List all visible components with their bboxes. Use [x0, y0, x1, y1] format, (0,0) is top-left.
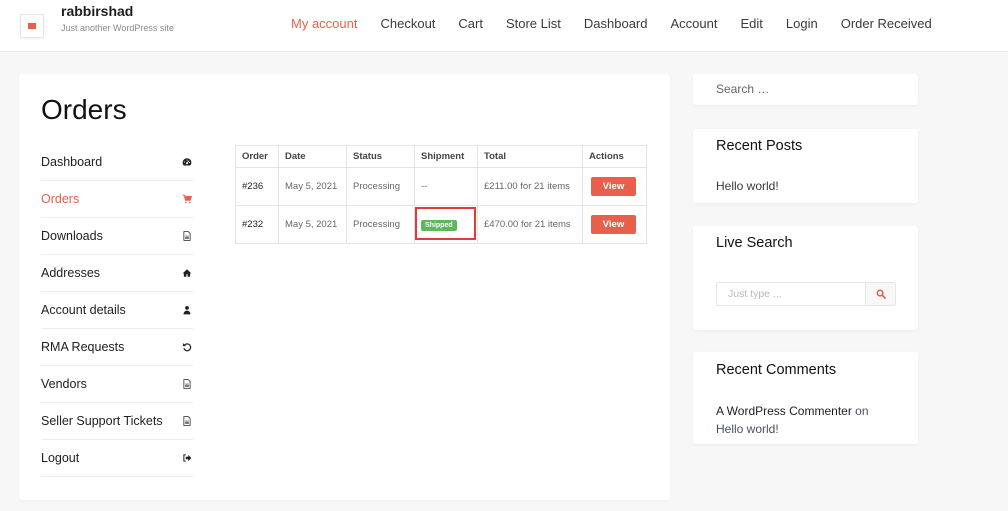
account-nav-seller-support-tickets[interactable]: Seller Support Tickets	[41, 403, 193, 440]
account-nav-logout[interactable]: Logout	[41, 440, 193, 477]
account-nav-label: Orders	[41, 192, 80, 206]
file-icon	[181, 230, 193, 242]
nav-edit[interactable]: Edit	[740, 16, 762, 31]
orders-table: Order Date Status Shipment Total Actions…	[235, 145, 647, 244]
column-header-status: Status	[346, 145, 415, 168]
order-total: £211.00 for 21 items	[477, 167, 583, 206]
nav-login[interactable]: Login	[786, 16, 818, 31]
nav-my-account[interactable]: My account	[291, 16, 357, 31]
column-header-shipment: Shipment	[414, 145, 478, 168]
order-actions: View	[582, 167, 647, 206]
order-total: £470.00 for 21 items	[477, 205, 583, 244]
order-status: Processing	[346, 167, 415, 206]
nav-store-list[interactable]: Store List	[506, 16, 561, 31]
search-input[interactable]	[716, 82, 896, 96]
account-nav-account-details[interactable]: Account details	[41, 292, 193, 329]
account-nav-label: Downloads	[41, 229, 103, 243]
site-header: rabbirshad Just another WordPress site M…	[0, 0, 1008, 52]
account-nav-orders[interactable]: Orders	[41, 181, 193, 218]
file-icon	[181, 378, 193, 390]
account-nav-label: Logout	[41, 451, 80, 465]
account-nav-label: Account details	[41, 303, 126, 317]
menu-toggle-button[interactable]	[20, 14, 44, 38]
live-search-widget: Live Search	[693, 226, 918, 330]
account-nav-dashboard[interactable]: Dashboard	[41, 144, 193, 181]
nav-checkout[interactable]: Checkout	[380, 16, 435, 31]
main-nav: My account Checkout Cart Store List Dash…	[291, 16, 955, 31]
recent-comment: A WordPress Commenter on Hello world!	[716, 402, 896, 438]
account-nav-label: Vendors	[41, 377, 87, 391]
search-icon	[876, 289, 886, 299]
table-header-row: Order Date Status Shipment Total Actions	[235, 145, 647, 168]
highlight-box	[415, 207, 476, 240]
live-search-title: Live Search	[716, 235, 793, 251]
hamburger-icon	[28, 23, 36, 29]
comment-on-text: on	[855, 404, 869, 418]
recent-posts-title: Recent Posts	[716, 138, 803, 154]
view-order-button[interactable]: View	[591, 177, 636, 196]
live-search-input[interactable]	[716, 282, 865, 306]
account-nav-label: Seller Support Tickets	[41, 414, 163, 428]
account-nav-downloads[interactable]: Downloads	[41, 218, 193, 255]
nav-cart[interactable]: Cart	[458, 16, 483, 31]
account-nav-vendors[interactable]: Vendors	[41, 366, 193, 403]
recent-posts-widget: Recent Posts Hello world!	[693, 129, 918, 203]
dashboard-gauge-icon	[181, 156, 193, 168]
order-date: May 5, 2021	[278, 167, 347, 206]
nav-order-received[interactable]: Order Received	[841, 16, 932, 31]
comment-post-link[interactable]: Hello world!	[716, 422, 779, 436]
order-shipment: --	[414, 167, 478, 206]
site-title[interactable]: rabbirshad	[61, 3, 133, 19]
recent-comments-widget: Recent Comments A WordPress Commenter on…	[693, 352, 918, 444]
page-title: Orders	[41, 94, 127, 125]
shopping-cart-icon	[181, 193, 193, 205]
nav-dashboard[interactable]: Dashboard	[584, 16, 648, 31]
account-nav-addresses[interactable]: Addresses	[41, 255, 193, 292]
order-date: May 5, 2021	[278, 205, 347, 244]
order-shipment: Shipped	[414, 205, 478, 244]
site-description: Just another WordPress site	[61, 23, 174, 33]
main-content: Orders Dashboard Orders Downloads Addres…	[19, 74, 670, 500]
order-actions: View	[582, 205, 647, 244]
view-order-button[interactable]: View	[591, 215, 636, 234]
column-header-order: Order	[235, 145, 279, 168]
column-header-date: Date	[278, 145, 347, 168]
account-nav-label: Addresses	[41, 266, 101, 280]
live-search-button[interactable]	[865, 282, 896, 306]
account-nav-rma-requests[interactable]: RMA Requests	[41, 329, 193, 366]
home-icon	[181, 267, 193, 279]
account-navigation: Dashboard Orders Downloads Addresses Acc…	[41, 144, 193, 477]
order-number[interactable]: #232	[235, 205, 279, 244]
order-number[interactable]: #236	[235, 167, 279, 206]
recent-comments-title: Recent Comments	[716, 362, 837, 378]
undo-icon	[181, 341, 193, 353]
column-header-total: Total	[477, 145, 583, 168]
comment-author-link[interactable]: A WordPress Commenter	[716, 404, 852, 418]
table-row: #236 May 5, 2021 Processing -- £211.00 f…	[235, 167, 647, 206]
nav-account[interactable]: Account	[671, 16, 718, 31]
file-icon	[181, 415, 193, 427]
table-row: #232 May 5, 2021 Processing Shipped £470…	[235, 205, 647, 244]
order-status: Processing	[346, 205, 415, 244]
account-nav-label: Dashboard	[41, 155, 103, 169]
user-icon	[181, 304, 193, 316]
account-nav-label: RMA Requests	[41, 340, 125, 354]
recent-post-link[interactable]: Hello world!	[716, 179, 779, 193]
column-header-actions: Actions	[582, 145, 647, 168]
search-widget	[693, 74, 918, 105]
sign-out-icon	[181, 452, 193, 464]
